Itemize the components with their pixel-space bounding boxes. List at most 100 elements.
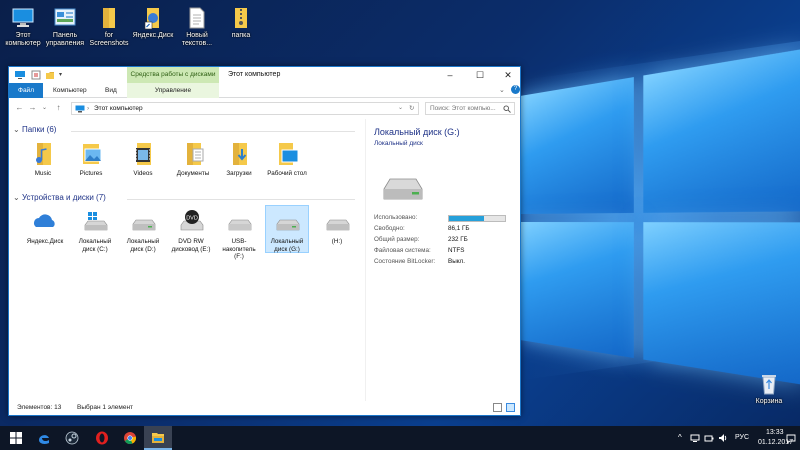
navigation-bar: ← → ⌄ ↑ › Этот компьютер ⌄ ↻ Поиск: Этот… <box>9 99 520 117</box>
item-label: DVD RW дисковод (E:) <box>171 238 211 253</box>
videos-folder-icon <box>129 141 157 167</box>
recent-locations-dropdown[interactable]: ⌄ <box>40 103 49 113</box>
input-language[interactable]: РУС <box>735 434 749 441</box>
dvd-badge: DVD <box>186 215 198 221</box>
opera-icon <box>96 431 108 445</box>
taskbar-opera[interactable] <box>88 426 116 450</box>
folder-item-downloads[interactable]: Загрузки <box>217 141 261 178</box>
desktop-icon-yandex-disk[interactable]: Яндекс.Диск <box>130 6 176 40</box>
device-item-drive-d[interactable]: Локальный диск (D:) <box>121 209 165 253</box>
item-label: USB-накопитель (F:) <box>222 238 256 260</box>
taskbar-edge[interactable] <box>30 426 58 450</box>
explorer-window[interactable]: ▾ Средства работы с дисками Этот компьют… <box>8 66 521 416</box>
folder-item-documents[interactable]: Документы <box>171 141 215 178</box>
file-explorer-icon <box>152 433 164 443</box>
expand-ribbon-icon[interactable]: ⌄ <box>499 86 505 94</box>
folder-item-pictures[interactable]: Pictures <box>69 141 113 178</box>
used-label: Использовано: <box>374 214 418 221</box>
tab-computer[interactable]: Компьютер <box>45 83 95 98</box>
device-item-usb-f[interactable]: USB-накопитель (F:) <box>217 209 261 261</box>
quick-access-dropdown[interactable]: ▾ <box>59 70 62 80</box>
item-label: Локальный диск (D:) <box>126 238 160 253</box>
total-value: 232 ГБ <box>448 236 468 243</box>
device-item-drive-h[interactable]: (H:) <box>315 209 359 246</box>
zip-folder-icon <box>229 6 253 30</box>
bitlocker-label: Состояние BitLocker: <box>374 258 436 265</box>
desktop-icon-folder-zip[interactable]: папка <box>218 6 264 40</box>
dvd-drive-icon: DVD <box>177 209 205 235</box>
folder-item-desktop[interactable]: Рабочий стол <box>265 141 309 178</box>
desktop-icon-label: Яндекс.Диск <box>132 32 174 39</box>
item-count: Элементов: 13 <box>17 404 62 411</box>
taskbar-steam[interactable] <box>58 426 86 450</box>
chevron-down-icon: ⌄ <box>13 193 20 202</box>
address-bar[interactable]: › Этот компьютер ⌄ ↻ <box>71 102 419 115</box>
recycle-bin-icon <box>757 372 781 396</box>
minimize-button[interactable]: – <box>435 67 465 83</box>
desktop-icon-control-panel[interactable]: Панель управления <box>42 6 88 48</box>
folder-item-videos[interactable]: Videos <box>121 141 165 178</box>
window-title: Этот компьютер <box>228 71 281 78</box>
device-item-yandex-disk[interactable]: Яндекс.Диск <box>23 209 67 246</box>
forward-button[interactable]: → <box>28 103 37 113</box>
drive-tools-context-tab: Средства работы с дисками <box>127 67 219 83</box>
tab-manage[interactable]: Управление <box>127 83 219 98</box>
devices-group-header[interactable]: ⌄ Устройства и диски (7) <box>13 193 106 202</box>
desktop-icon-recycle-bin[interactable]: Корзина <box>746 372 792 406</box>
help-icon[interactable]: ? <box>511 85 520 94</box>
refresh-icon[interactable]: ↻ <box>409 103 414 114</box>
folder-item-music[interactable]: Music <box>21 141 65 178</box>
new-folder-icon[interactable] <box>45 70 55 80</box>
action-center-icon[interactable] <box>786 434 796 443</box>
status-bar: Элементов: 13 Выбран 1 элемент <box>9 401 520 415</box>
back-button[interactable]: ← <box>15 103 24 113</box>
desktop-icon-this-pc[interactable]: Этот компьютер <box>0 6 46 48</box>
large-icons-view-icon[interactable] <box>506 403 515 412</box>
desktop-icon-for-screenshots[interactable]: for Screenshots <box>86 6 132 48</box>
search-icon <box>503 105 511 113</box>
desktop-icon-new-text[interactable]: Новый текстов... <box>174 6 220 48</box>
folders-group-header[interactable]: ⌄ Папки (6) <box>13 125 56 134</box>
item-label: (H:) <box>331 238 343 245</box>
details-pane: Локальный диск (G:) Локальный диск Испол… <box>365 119 520 403</box>
start-button[interactable] <box>2 426 30 450</box>
taskbar-file-explorer[interactable] <box>144 426 172 450</box>
up-button[interactable]: ↑ <box>54 103 63 113</box>
this-pc-small-icon <box>75 105 85 113</box>
volume-icon[interactable] <box>718 433 728 443</box>
maximize-button[interactable]: ☐ <box>465 67 495 83</box>
search-input[interactable]: Поиск: Этот компью... <box>425 102 515 115</box>
desktop-icon-label: папка <box>231 32 251 39</box>
details-subtitle: Локальный диск <box>374 140 423 147</box>
title-bar[interactable]: ▾ Средства работы с дисками Этот компьют… <box>9 67 520 83</box>
device-item-dvd-e[interactable]: DVD DVD RW дисковод (E:) <box>169 209 213 253</box>
details-view-icon[interactable] <box>493 403 502 412</box>
clock-time[interactable]: 13:33 <box>766 429 784 436</box>
this-pc-small-icon <box>15 71 25 79</box>
free-value: 86,1 ГБ <box>448 225 470 232</box>
close-button[interactable]: ✕ <box>493 67 523 83</box>
tab-file[interactable]: Файл <box>9 83 43 98</box>
breadcrumb-separator: › <box>87 105 90 112</box>
address-dropdown-icon[interactable]: ⌄ <box>398 103 403 114</box>
yandex-disk-shortcut-icon <box>141 6 165 30</box>
device-item-drive-c[interactable]: Локальный диск (C:) <box>73 209 117 253</box>
cloud-icon <box>31 209 59 235</box>
show-hidden-icons[interactable]: ^ <box>678 433 682 442</box>
network-icon[interactable] <box>690 434 700 443</box>
item-label: Локальный диск (C:) <box>78 238 112 253</box>
item-label: Документы <box>176 170 210 177</box>
group-title: Устройства и диски (7) <box>21 193 106 202</box>
properties-icon[interactable] <box>31 70 41 80</box>
battery-icon[interactable] <box>704 434 714 443</box>
divider <box>127 199 355 200</box>
device-item-drive-g[interactable]: Локальный диск (G:) <box>265 205 309 253</box>
ribbon-tabs: Файл Компьютер Вид Управление ⌄ ? <box>9 83 520 98</box>
chrome-icon <box>124 432 137 445</box>
taskbar-chrome[interactable] <box>116 426 144 450</box>
chevron-down-icon: ⌄ <box>13 125 20 134</box>
breadcrumb[interactable]: Этот компьютер <box>94 103 143 114</box>
disk-usage-bar <box>448 215 506 222</box>
downloads-folder-icon <box>225 141 253 167</box>
tab-view[interactable]: Вид <box>97 83 125 98</box>
